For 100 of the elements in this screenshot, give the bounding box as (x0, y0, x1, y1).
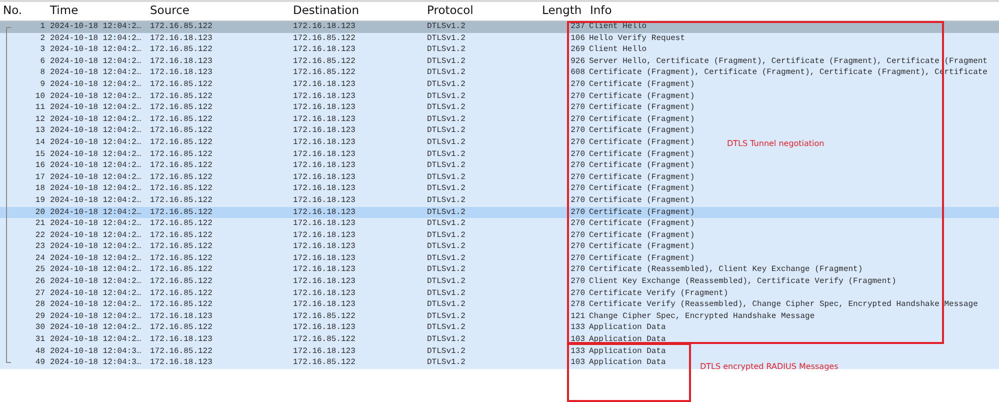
packet-row[interactable]: 30 2024-10-18 12:04:2… 172.16.85.122 172.16.18.123 DTLSv1.2 133 Application Data (0, 322, 999, 334)
packet-row[interactable]: 17 2024-10-18 12:04:2… 172.16.85.122 172.16.18.123 DTLSv1.2 270 Certificate (Fragment) (0, 172, 999, 184)
destination-address: 172.16.18.123 (292, 288, 356, 300)
annotation-label: DTLS Tunnel negotiation (727, 138, 824, 150)
packet-time: 2024-10-18 12:04:2… (49, 114, 142, 126)
packet-info: Application Data (588, 346, 666, 358)
destination-address: 172.16.18.123 (292, 44, 356, 56)
packet-row[interactable]: 24 2024-10-18 12:04:2… 172.16.85.122 172.16.18.123 DTLSv1.2 270 Certificate (Fragment) (0, 252, 999, 264)
source-address: 172.16.18.123 (149, 67, 214, 79)
protocol-name: DTLSv1.2 (426, 78, 466, 91)
packet-length: 103 (570, 357, 586, 369)
destination-address: 172.16.18.123 (292, 125, 356, 137)
column-header[interactable]: Destination (290, 2, 424, 20)
packet-row[interactable]: 9 2024-10-18 12:04:2… 172.16.85.122 172.16.18.123 DTLSv1.2 270 Certificate (Fragment) (0, 78, 999, 91)
packet-info: Change Cipher Spec, Encrypted Handshake Message (588, 310, 815, 322)
packet-info: Certificate (Fragment) (588, 172, 695, 184)
packet-time: 2024-10-18 12:04:2… (49, 334, 142, 346)
packet-row[interactable]: 27 2024-10-18 12:04:2… 172.16.85.122 172.16.18.123 DTLSv1.2 270 Certificate Verify (Fragment) (0, 288, 999, 300)
packet-row[interactable]: 19 2024-10-18 12:04:2… 172.16.85.122 172.16.18.123 DTLSv1.2 270 Certificate (Fragment) (0, 194, 999, 206)
packet-row[interactable]: 11 2024-10-18 12:04:2… 172.16.85.122 172.16.18.123 DTLSv1.2 270 Certificate (Fragment) (0, 102, 999, 114)
packet-info: Certificate (Fragment) (588, 218, 695, 230)
packet-row[interactable]: 25 2024-10-18 12:04:2… 172.16.85.122 172.16.18.123 DTLSv1.2 270 Certificate (Reassembled), Client Key Exchange (Fragment) (0, 264, 999, 276)
packet-time: 2024-10-18 12:04:2… (49, 299, 142, 311)
packet-row[interactable]: 10 2024-10-18 12:04:2… 172.16.85.122 172.16.18.123 DTLSv1.2 270 Certificate (Fragment) (0, 90, 999, 102)
protocol-name: DTLSv1.2 (426, 90, 466, 102)
packet-info: Certificate (Fragment) (588, 160, 695, 172)
packet-number: 28 (34, 299, 46, 311)
protocol-name: DTLSv1.2 (426, 252, 466, 264)
packet-length: 270 (570, 252, 586, 264)
packet-length: 926 (570, 56, 586, 68)
column-header[interactable]: No. (0, 2, 47, 20)
packet-row[interactable]: 28 2024-10-18 12:04:2… 172.16.85.122 172.16.18.123 DTLSv1.2 278 Certificate Verify (Reassembled), Change Cipher Spec, Encrypted Handshake Message (0, 299, 999, 311)
packet-row[interactable]: 29 2024-10-18 12:04:2… 172.16.18.123 172.16.85.122 DTLSv1.2 121 Change Cipher Spec, Encrypted Handshake Message (0, 310, 999, 322)
destination-address: 172.16.18.123 (292, 322, 356, 334)
source-address: 172.16.85.122 (149, 206, 214, 218)
protocol-name: DTLSv1.2 (426, 44, 466, 56)
packet-row[interactable]: 13 2024-10-18 12:04:2… 172.16.85.122 172.16.18.123 DTLSv1.2 270 Certificate (Fragment) (0, 125, 999, 137)
packet-info: Certificate (Fragment) (588, 78, 695, 91)
packet-number: 10 (34, 90, 46, 102)
destination-address: 172.16.18.123 (292, 78, 356, 91)
packet-info: Application Data (588, 357, 666, 369)
source-address: 172.16.18.123 (149, 310, 214, 322)
column-header[interactable]: Info (586, 2, 999, 20)
protocol-name: DTLSv1.2 (426, 183, 466, 195)
packet-number: 22 (34, 230, 46, 242)
packet-row[interactable]: 23 2024-10-18 12:04:2… 172.16.85.122 172.16.18.123 DTLSv1.2 270 Certificate (Fragment) (0, 241, 999, 253)
packet-length: 270 (570, 102, 586, 114)
packet-row[interactable]: 18 2024-10-18 12:04:2… 172.16.85.122 172.16.18.123 DTLSv1.2 270 Certificate (Fragment) (0, 183, 999, 195)
destination-address: 172.16.85.122 (292, 67, 356, 79)
packet-time: 2024-10-18 12:04:2… (49, 183, 142, 195)
packet-number: 49 (34, 357, 46, 369)
packet-number: 13 (34, 125, 46, 137)
packet-time: 2024-10-18 12:04:2… (49, 78, 142, 91)
packet-length: 270 (570, 114, 586, 126)
packet-number: 14 (34, 136, 46, 149)
packet-time: 2024-10-18 12:04:2… (49, 172, 142, 184)
packet-info: Certificate (Fragment) (588, 252, 695, 264)
packet-time: 2024-10-18 12:04:2… (49, 44, 142, 56)
packet-row[interactable]: 3 2024-10-18 12:04:2… 172.16.85.122 172.16.18.123 DTLSv1.2 269 Client Hello (0, 44, 999, 56)
column-header[interactable]: Source (147, 2, 290, 20)
destination-address: 172.16.18.123 (292, 148, 356, 160)
protocol-name: DTLSv1.2 (426, 160, 466, 172)
column-header[interactable]: Protocol (424, 2, 539, 20)
packet-info: Certificate Verify (Fragment) (588, 288, 728, 300)
destination-address: 172.16.18.123 (292, 194, 356, 206)
packet-length: 106 (570, 32, 586, 44)
protocol-name: DTLSv1.2 (426, 310, 466, 322)
packet-row[interactable]: 2 2024-10-18 12:04:2… 172.16.18.123 172.16.85.122 DTLSv1.2 106 Hello Verify Request (0, 32, 999, 44)
packet-length: 270 (570, 276, 586, 288)
packet-row[interactable]: 31 2024-10-18 12:04:2… 172.16.18.123 172.16.85.122 DTLSv1.2 103 Application Data (0, 334, 999, 346)
packet-length: 269 (570, 44, 586, 56)
packet-row[interactable]: 16 2024-10-18 12:04:2… 172.16.85.122 172.16.18.123 DTLSv1.2 270 Certificate (Fragment) (0, 160, 999, 172)
packet-length: 121 (570, 310, 586, 322)
protocol-name: DTLSv1.2 (426, 136, 466, 149)
packet-info: Certificate (Fragment) (588, 230, 695, 242)
packet-time: 2024-10-18 12:04:2… (49, 102, 142, 114)
packet-number: 2 (39, 32, 46, 44)
source-address: 172.16.85.122 (149, 264, 214, 276)
source-address: 172.16.85.122 (149, 183, 214, 195)
packet-time: 2024-10-18 12:04:2… (49, 125, 142, 137)
packet-row[interactable]: 15 2024-10-18 12:04:2… 172.16.85.122 172.16.18.123 DTLSv1.2 270 Certificate (Fragment) (0, 148, 999, 160)
packet-row[interactable]: 20 2024-10-18 12:04:2… 172.16.85.122 172.16.18.123 DTLSv1.2 270 Certificate (Fragment) (0, 206, 999, 218)
protocol-name: DTLSv1.2 (426, 67, 466, 79)
packet-row[interactable]: 48 2024-10-18 12:04:3… 172.16.85.122 172.16.18.123 DTLSv1.2 133 Application Data (0, 346, 999, 358)
source-address: 172.16.18.123 (149, 32, 214, 44)
protocol-name: DTLSv1.2 (426, 172, 466, 184)
packet-length: 270 (570, 183, 586, 195)
packet-length: 133 (570, 346, 586, 358)
packet-length: 270 (570, 136, 586, 149)
packet-row[interactable]: 6 2024-10-18 12:04:2… 172.16.18.123 172.16.85.122 DTLSv1.2 926 Server Hello, Certificate (Fragment), Certificate (Fragment), Certificate (Fragment (0, 56, 999, 68)
column-header[interactable]: Length (539, 2, 586, 20)
destination-address: 172.16.18.123 (292, 346, 356, 358)
packet-row[interactable]: 26 2024-10-18 12:04:2… 172.16.85.122 172.16.18.123 DTLSv1.2 270 Client Key Exchange (Reassembled), Certificate Verify (Fragment) (0, 276, 999, 288)
packet-length: 270 (570, 125, 586, 137)
source-address: 172.16.85.122 (149, 230, 214, 242)
packet-row[interactable]: 12 2024-10-18 12:04:2… 172.16.85.122 172.16.18.123 DTLSv1.2 270 Certificate (Fragment) (0, 114, 999, 126)
packet-row[interactable]: 22 2024-10-18 12:04:2… 172.16.85.122 172.16.18.123 DTLSv1.2 270 Certificate (Fragment) (0, 230, 999, 242)
source-address: 172.16.85.122 (149, 194, 214, 206)
packet-row[interactable]: 21 2024-10-18 12:04:2… 172.16.85.122 172.16.18.123 DTLSv1.2 270 Certificate (Fragment) (0, 218, 999, 230)
column-header[interactable]: Time (47, 2, 147, 20)
